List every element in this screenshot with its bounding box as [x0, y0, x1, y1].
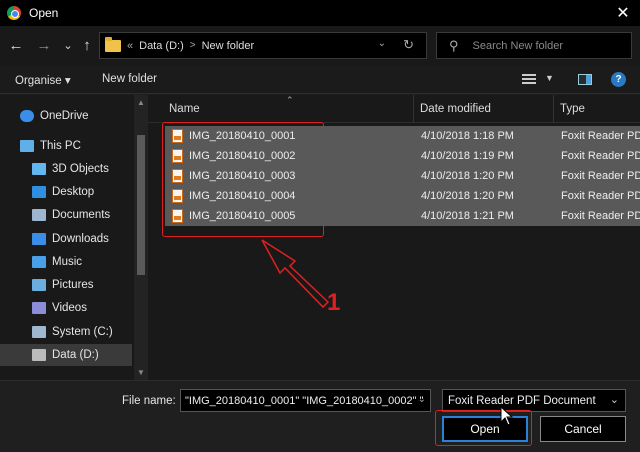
- help-icon[interactable]: ?: [611, 72, 626, 87]
- sidebar-item-label: OneDrive: [40, 110, 89, 122]
- sidebar-item[interactable]: 3D Objects: [0, 158, 132, 180]
- chevron-down-icon[interactable]: ⌄: [610, 393, 619, 406]
- drive-icon: [32, 349, 46, 361]
- sidebar-item-label: This PC: [40, 140, 81, 152]
- chevron-down-icon[interactable]: ▼: [545, 73, 554, 83]
- sidebar-item[interactable]: Desktop: [0, 181, 132, 203]
- sidebar-item[interactable]: Documents: [0, 204, 132, 226]
- folder-icon: [105, 36, 121, 52]
- sidebar-item[interactable]: System (C:): [0, 321, 132, 343]
- column-header: ⌃ Name Date modified Type: [148, 95, 640, 123]
- file-date-modified: 4/10/2018 1:20 PM: [421, 190, 514, 202]
- chevron-down-icon[interactable]: ⌄: [418, 394, 426, 405]
- breadcrumb-drive[interactable]: Data (D:): [139, 40, 184, 52]
- close-button[interactable]: ✕: [606, 0, 640, 26]
- back-arrow-icon[interactable]: ←: [6, 35, 26, 55]
- chevron-down-icon[interactable]: ⌄: [378, 38, 386, 49]
- sidebar-item[interactable]: Music: [0, 251, 132, 273]
- column-date-modified[interactable]: Date modified: [420, 103, 491, 115]
- preview-pane-icon[interactable]: [578, 74, 592, 85]
- sidebar-item[interactable]: Pictures: [0, 274, 132, 296]
- sidebar-item-label: Documents: [52, 209, 111, 221]
- file-type-select[interactable]: Foxit Reader PDF Document ⌄: [442, 389, 626, 412]
- sidebar-item-label: System (C:): [52, 326, 113, 338]
- documents-icon: [32, 209, 46, 221]
- annotation-selection-box: [162, 122, 324, 237]
- sidebar-item-label: 3D Objects: [52, 163, 109, 175]
- column-name[interactable]: Name: [169, 103, 200, 115]
- file-date-modified: 4/10/2018 1:19 PM: [421, 150, 514, 162]
- sidebar-item[interactable]: This PC: [0, 135, 132, 157]
- drive-icon: [32, 326, 46, 338]
- music-icon: [32, 256, 46, 268]
- file-name-label: File name:: [122, 395, 176, 407]
- column-divider[interactable]: [413, 95, 414, 123]
- title-bar: Open ✕: [0, 0, 640, 26]
- sidebar-item-label: Music: [52, 256, 83, 268]
- recent-locations-icon[interactable]: ⌄: [58, 35, 78, 55]
- refresh-icon[interactable]: ↻: [403, 37, 414, 53]
- up-arrow-icon[interactable]: ↑: [77, 35, 97, 55]
- sidebar-item[interactable]: Videos: [0, 297, 132, 319]
- desktop-icon: [32, 186, 46, 198]
- sort-ascending-icon: ⌃: [286, 95, 294, 105]
- file-date-modified: 4/10/2018 1:21 PM: [421, 210, 514, 222]
- file-type: Foxit Reader PDF: [561, 130, 640, 142]
- address-bar[interactable]: « Data (D:) > New folder ⌄ ↻: [99, 32, 427, 59]
- sidebar-item-label: Pictures: [52, 279, 94, 291]
- annotation-open-box: [435, 410, 532, 446]
- chrome-icon: [7, 6, 21, 20]
- sidebar-item-label: Downloads: [52, 233, 109, 245]
- mouse-cursor-icon: [500, 406, 514, 426]
- cloud-icon: [20, 110, 34, 122]
- sidebar-item-label: Videos: [52, 302, 87, 314]
- view-options-icon[interactable]: [522, 74, 536, 85]
- column-divider[interactable]: [553, 95, 554, 123]
- file-date-modified: 4/10/2018 1:18 PM: [421, 130, 514, 142]
- sidebar-item-label: Data (D:): [52, 349, 99, 361]
- sidebar-item[interactable]: Downloads: [0, 228, 132, 250]
- cancel-button[interactable]: Cancel: [540, 416, 626, 442]
- address-row: ← → ⌄ ↑ « Data (D:) > New folder ⌄ ↻ ⚲ S…: [0, 26, 640, 66]
- cube-icon: [32, 163, 46, 175]
- file-type-value: Foxit Reader PDF Document: [448, 395, 596, 407]
- column-type[interactable]: Type: [560, 103, 585, 115]
- file-name-value: "IMG_20180410_0001" "IMG_20180410_0002" …: [185, 395, 424, 407]
- dialog-footer: File name: "IMG_20180410_0001" "IMG_2018…: [0, 380, 640, 452]
- file-type: Foxit Reader PDF: [561, 170, 640, 182]
- file-name-input[interactable]: "IMG_20180410_0001" "IMG_20180410_0002" …: [180, 389, 431, 412]
- search-icon: ⚲: [449, 37, 459, 53]
- search-box[interactable]: ⚲ Search New folder: [436, 32, 632, 59]
- scroll-down-icon[interactable]: ▼: [137, 368, 145, 377]
- pictures-icon: [32, 279, 46, 291]
- breadcrumb-overflow[interactable]: «: [127, 40, 133, 52]
- breadcrumb-folder[interactable]: New folder: [202, 40, 255, 52]
- scroll-up-icon[interactable]: ▲: [137, 98, 145, 107]
- organise-menu[interactable]: Organise ▾: [15, 73, 71, 87]
- file-type: Foxit Reader PDF: [561, 210, 640, 222]
- file-type: Foxit Reader PDF: [561, 190, 640, 202]
- file-type: Foxit Reader PDF: [561, 150, 640, 162]
- videos-icon: [32, 302, 46, 314]
- navigation-pane: OneDrive This PC 3D Objects Desktop Document…: [0, 95, 148, 380]
- computer-icon: [20, 140, 34, 152]
- sidebar-item[interactable]: Data (D:): [0, 344, 132, 366]
- sidebar-item[interactable]: OneDrive: [0, 105, 132, 127]
- sidebar-item-label: Desktop: [52, 186, 95, 198]
- new-folder-button[interactable]: New folder: [102, 73, 157, 85]
- download-icon: [32, 233, 46, 245]
- search-placeholder: Search New folder: [472, 39, 564, 52]
- scrollbar-thumb[interactable]: [137, 135, 145, 275]
- command-toolbar: Organise ▾ New folder ▼ ?: [0, 66, 640, 94]
- forward-arrow-icon[interactable]: →: [34, 35, 54, 55]
- breadcrumb-separator[interactable]: >: [190, 40, 196, 51]
- navigation-scrollbar[interactable]: ▲ ▼: [134, 95, 148, 380]
- file-date-modified: 4/10/2018 1:20 PM: [421, 170, 514, 182]
- window-title: Open: [29, 6, 59, 20]
